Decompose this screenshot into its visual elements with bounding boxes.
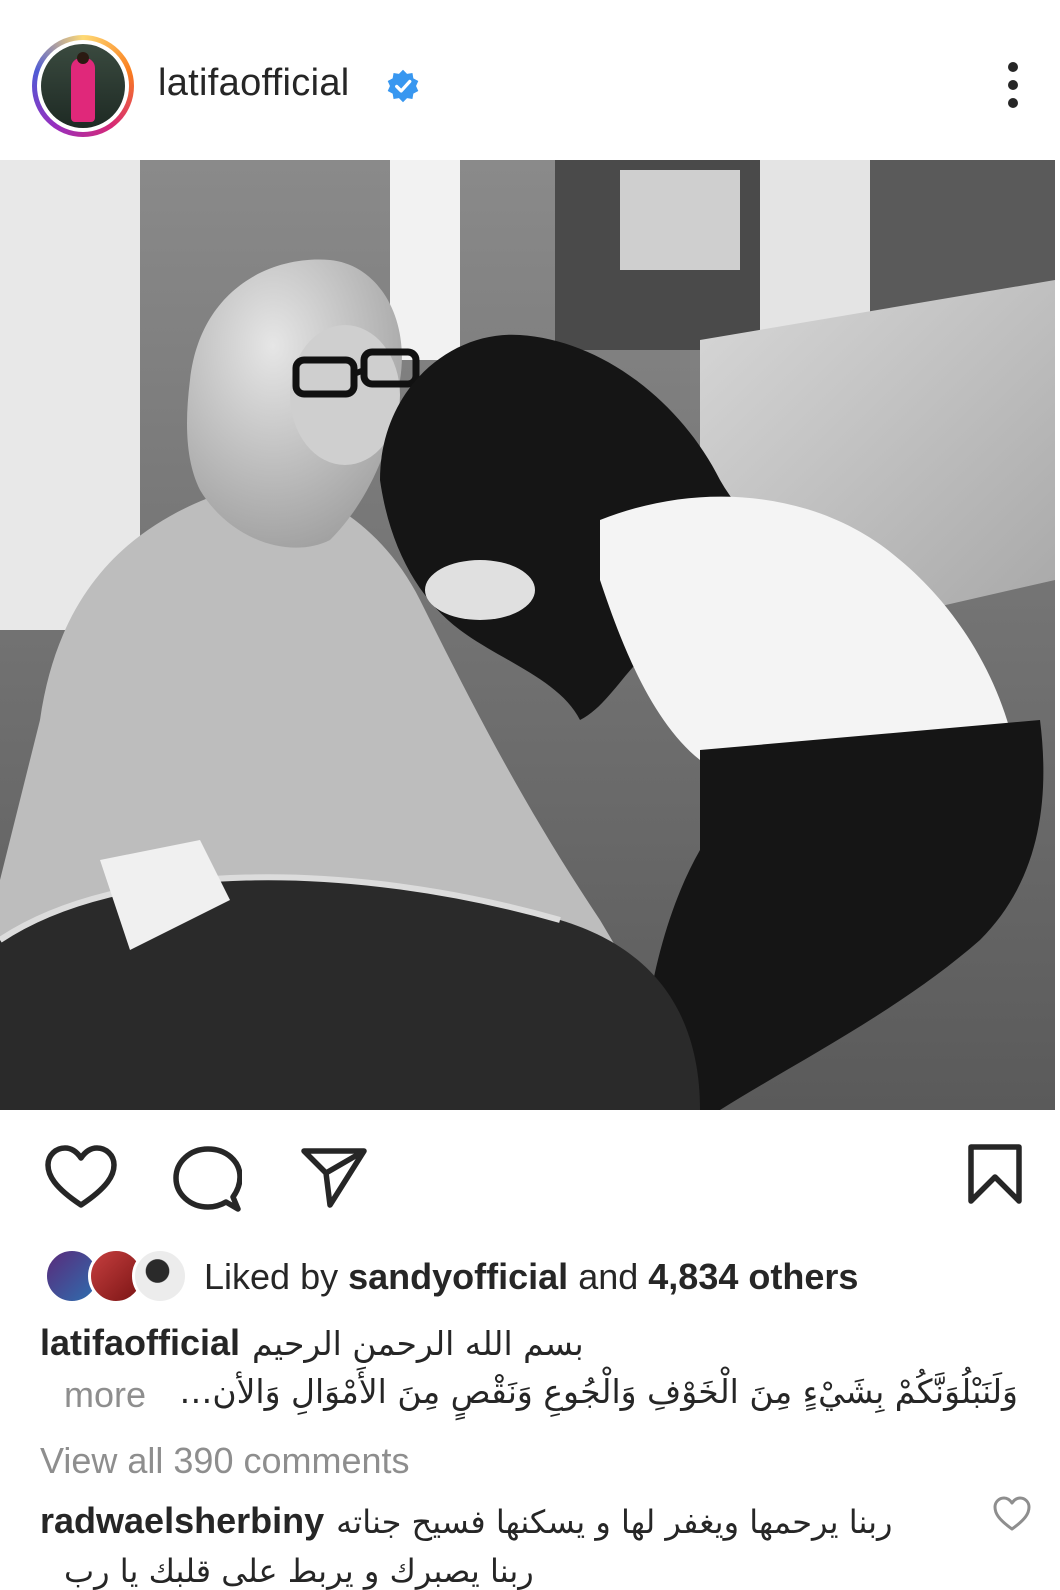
post-image[interactable]: [0, 160, 1055, 1110]
caption-text-line2: وَلَنَبْلُوَنَّكُمْ بِشَيْءٍ مِنَ الْخَو…: [179, 1372, 1018, 1411]
comment-bubble-icon[interactable]: [172, 1145, 242, 1213]
heart-outline-icon[interactable]: [44, 1145, 118, 1211]
verified-badge-icon: [387, 69, 419, 103]
caption-username[interactable]: latifaofficial: [40, 1322, 240, 1363]
bookmark-outline-icon[interactable]: [966, 1143, 1024, 1205]
caption-text-line1: بسم الله الرحمن الرحيم: [252, 1324, 584, 1363]
comment-text-line2: ربنا يصبرك و يربط على قلبك يا رب: [64, 1552, 534, 1590]
paper-plane-icon[interactable]: [300, 1145, 368, 1209]
comment-like-heart-icon[interactable]: [992, 1496, 1032, 1532]
caption-line2: more وَلَنَبْلُوَنَّكُمْ بِشَيْءٍ مِنَ ا…: [40, 1372, 1040, 1422]
comment-text: ربنا يرحمها ويغفر لها و يسكنها فسيح جنات…: [336, 1503, 893, 1541]
profile-avatar[interactable]: [32, 35, 134, 137]
likes-count[interactable]: 4,834 others: [648, 1256, 858, 1297]
liker-avatar: [132, 1248, 188, 1304]
more-vertical-icon[interactable]: [998, 62, 1028, 112]
caption: latifaofficial بسم الله الرحمن الرحيم: [40, 1322, 1040, 1364]
view-all-comments-link[interactable]: View all 390 comments: [40, 1440, 410, 1482]
post-header: latifaofficial: [0, 0, 1060, 160]
post-username[interactable]: latifaofficial: [158, 62, 350, 105]
liker-username[interactable]: sandyofficial: [348, 1256, 568, 1297]
caption-more-link[interactable]: more: [64, 1374, 146, 1416]
likes-text: Liked by sandyofficial and 4,834 others: [204, 1256, 859, 1297]
comment-item: radwaelsherbiny ربنا يرحمها ويغفر لها و ي…: [40, 1500, 1040, 1544]
likes-summary[interactable]: Liked by sandyofficial and 4,834 others: [44, 1248, 1024, 1304]
comment-username[interactable]: radwaelsherbiny: [40, 1500, 324, 1541]
